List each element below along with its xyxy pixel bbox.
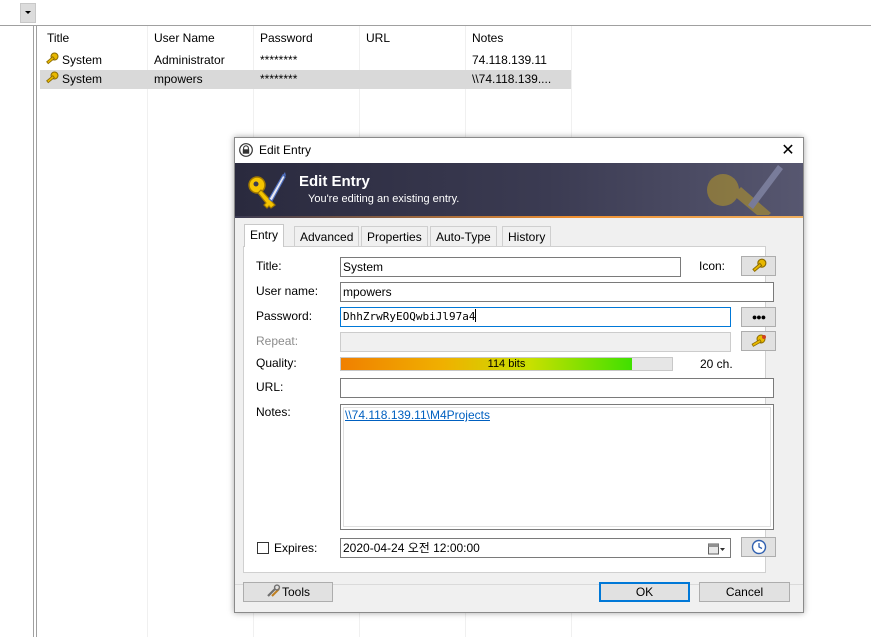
quality-bar: 114 bits <box>340 357 673 371</box>
expires-value: 2020-04-24 오전 12:00:00 <box>343 541 480 555</box>
tools-button[interactable]: Tools <box>243 582 333 602</box>
close-button[interactable]: ✕ <box>773 138 803 163</box>
column-divider <box>147 26 148 637</box>
dialog-titlebar[interactable]: Edit Entry ✕ <box>235 138 803 163</box>
dialog-title: Edit Entry <box>259 143 312 157</box>
row-username: Administrator <box>154 53 225 67</box>
tab-auto-type[interactable]: Auto-Type <box>430 226 497 246</box>
banner-watermark-icon <box>707 165 783 215</box>
row-title: System <box>62 53 103 67</box>
edit-entry-dialog: Edit Entry ✕ Edit Entry You're editing a… <box>234 137 804 613</box>
row-password: ******** <box>260 53 298 67</box>
repeat-input[interactable] <box>340 332 731 352</box>
clock-icon <box>751 539 766 555</box>
column-header-title[interactable]: Title <box>40 26 147 50</box>
tab-properties[interactable]: Properties <box>361 226 428 246</box>
quality-bits: 114 bits <box>487 358 526 370</box>
row-url <box>359 70 465 89</box>
row-username: mpowers <box>154 72 203 86</box>
cell-title: System <box>40 70 147 89</box>
password-value: DhhZrwRyEOQwbiJl97a4 <box>343 310 476 323</box>
lock-icon <box>239 143 253 157</box>
title-label: Title: <box>256 259 282 273</box>
banner-title: Edit Entry <box>299 173 370 190</box>
password-label: Password: <box>256 309 313 323</box>
username-input[interactable]: mpowers <box>340 282 774 302</box>
repeat-label: Repeat: <box>256 334 299 348</box>
group-tree-pane[interactable] <box>0 26 34 637</box>
url-label: URL: <box>256 380 284 394</box>
dialog-banner: Edit Entry You're editing an existing en… <box>235 163 803 216</box>
row-url <box>359 51 465 70</box>
toolbar-strip <box>0 0 871 26</box>
ok-button[interactable]: OK <box>599 582 690 602</box>
pane-splitter[interactable] <box>36 26 37 637</box>
cancel-button[interactable]: Cancel <box>699 582 790 602</box>
key-gear-icon <box>750 334 766 347</box>
column-header-notes[interactable]: Notes <box>465 26 571 50</box>
text-caret <box>475 309 477 322</box>
quality-chars: 20 ch. <box>700 357 733 371</box>
expires-checkbox[interactable] <box>257 542 269 554</box>
column-header-url[interactable]: URL <box>359 26 465 50</box>
banner-accent-line <box>235 216 803 218</box>
row-password: ******** <box>260 72 298 86</box>
quality-label: Quality: <box>256 356 297 370</box>
icon-label: Icon: <box>699 259 726 273</box>
edit-key-icon <box>248 172 286 209</box>
row-title: System <box>62 72 103 86</box>
tab-entry[interactable]: Entry <box>244 224 285 247</box>
title-input[interactable]: System <box>340 257 681 277</box>
password-generator-button[interactable] <box>741 331 776 351</box>
table-row[interactable]: System Administrator ******** 74.118.139… <box>40 51 571 70</box>
expires-label[interactable]: Expires: <box>274 541 317 555</box>
tab-history[interactable]: History <box>502 226 552 246</box>
tab-advanced[interactable]: Advanced <box>294 226 360 246</box>
username-label: User name: <box>256 284 319 298</box>
key-icon <box>46 71 59 84</box>
icon-picker-button[interactable] <box>741 256 776 276</box>
row-notes: 74.118.139.11 <box>472 53 547 67</box>
expires-datetime-input[interactable]: 2020-04-24 오전 12:00:00 <box>340 538 731 558</box>
tools-icon <box>267 584 281 597</box>
expiry-presets-button[interactable] <box>741 537 776 557</box>
cell-title: System <box>40 51 147 70</box>
column-header-username[interactable]: User Name <box>147 26 253 50</box>
tools-label: Tools <box>281 585 310 599</box>
list-header: Title User Name Password URL Notes <box>40 26 571 50</box>
password-input[interactable]: DhhZrwRyEOQwbiJl97a4 <box>340 307 731 327</box>
key-icon <box>46 52 59 65</box>
notes-content: \\74.118.139.11\M4Projects <box>343 407 771 527</box>
banner-subtitle: You're editing an existing entry. <box>308 193 460 205</box>
table-row-selected[interactable]: System mpowers ******** \\74.118.139.... <box>40 70 571 89</box>
entry-tab-panel: Title: System Icon: User name: mpowers P… <box>243 246 776 573</box>
notes-label: Notes: <box>256 405 291 419</box>
url-input[interactable] <box>340 378 774 398</box>
notes-textarea[interactable]: \\74.118.139.11\M4Projects <box>340 404 774 530</box>
toggle-password-button[interactable]: ●●● <box>741 307 776 327</box>
key-icon <box>751 258 766 273</box>
toolbar-dropdown-button[interactable] <box>20 3 36 23</box>
column-header-password[interactable]: Password <box>253 26 359 50</box>
notes-link[interactable]: \\74.118.139.11\M4Projects <box>345 408 490 422</box>
row-notes: \\74.118.139.... <box>472 72 552 86</box>
calendar-dropdown-icon[interactable] <box>708 542 726 555</box>
